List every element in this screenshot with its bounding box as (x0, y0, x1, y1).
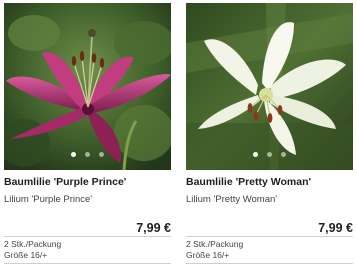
carousel-dots (4, 152, 171, 157)
carousel-dot-2[interactable] (267, 152, 272, 157)
product-size-info: Größe 16/+ (186, 250, 230, 260)
product-price: 7,99 € (318, 221, 353, 235)
product-card-purple-prince[interactable]: Baumlilie 'Purple Prince' Lilium 'Purple… (4, 3, 171, 270)
carousel-dot-3[interactable] (281, 152, 286, 157)
product-latin-name: Lilium 'Pretty Woman' (186, 194, 278, 205)
product-pack-info: 2 Stk./Packung (186, 239, 244, 249)
carousel-dots (186, 152, 353, 157)
product-latin-name: Lilium 'Purple Prince' (4, 194, 93, 205)
purple-lily-photo (4, 3, 171, 170)
white-lily-photo (186, 3, 353, 170)
product-price: 7,99 € (136, 221, 171, 235)
divider (4, 263, 171, 264)
product-grid: Baumlilie 'Purple Prince' Lilium 'Purple… (0, 0, 357, 270)
product-image-pretty-woman[interactable] (186, 3, 353, 170)
product-card-pretty-woman[interactable]: Baumlilie 'Pretty Woman' Lilium 'Pretty … (186, 3, 353, 270)
product-image-purple-prince[interactable] (4, 3, 171, 170)
divider (186, 263, 353, 264)
carousel-dot-3[interactable] (99, 152, 104, 157)
carousel-dot-2[interactable] (85, 152, 90, 157)
divider (186, 236, 353, 237)
carousel-dot-1[interactable] (253, 152, 258, 157)
product-title[interactable]: Baumlilie 'Purple Prince' (4, 176, 126, 188)
product-title[interactable]: Baumlilie 'Pretty Woman' (186, 176, 311, 188)
divider (4, 236, 171, 237)
product-pack-info: 2 Stk./Packung (4, 239, 62, 249)
product-size-info: Größe 16/+ (4, 250, 48, 260)
carousel-dot-1[interactable] (71, 152, 76, 157)
